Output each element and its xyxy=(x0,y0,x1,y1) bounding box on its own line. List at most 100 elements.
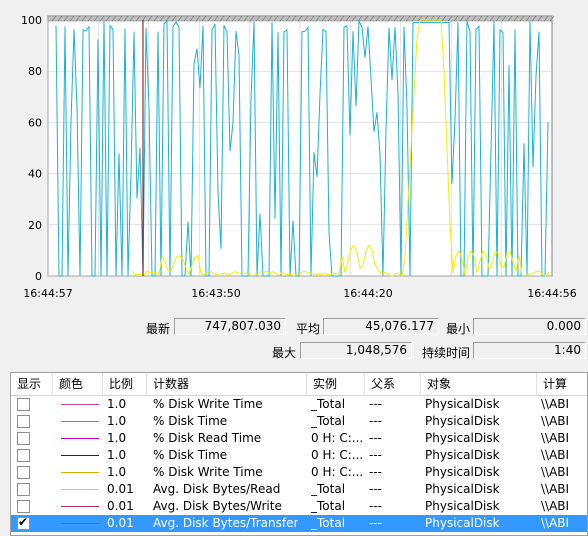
scale-cell: 1.0 xyxy=(107,465,127,479)
max-value: 1,048,576 xyxy=(300,342,412,359)
color-swatch xyxy=(61,523,99,524)
object-cell: PhysicalDisk xyxy=(425,448,500,462)
column-header-scale[interactable]: 比例 xyxy=(103,373,147,395)
color-swatch xyxy=(61,455,99,456)
color-swatch xyxy=(61,438,99,439)
column-header-color[interactable]: 颜色 xyxy=(53,373,103,395)
y-tick-label: 80 xyxy=(28,65,42,78)
table-row[interactable]: 1.0 % Disk Write Time _Total --- PhysicalDis… xyxy=(11,396,587,413)
x-tick-label: 16:44:20 xyxy=(343,287,392,300)
column-header-computer[interactable]: 计算 xyxy=(537,373,587,395)
computer-cell: \\ABI xyxy=(541,516,570,530)
table-row[interactable]: 0.01 Avg. Disk Bytes/Transfer _Total --- Phy… xyxy=(11,515,587,532)
table-row[interactable]: 0.01 Avg. Disk Bytes/Read _Total --- Physica… xyxy=(11,481,587,498)
y-tick-label: 40 xyxy=(28,168,42,181)
min-value: 0.000 xyxy=(473,318,586,335)
table-row[interactable]: 1.0 % Disk Write Time 0 H: C:... --- Physica… xyxy=(11,464,587,481)
scale-cell: 0.01 xyxy=(107,499,134,513)
color-swatch xyxy=(61,489,99,490)
x-tick-label: 16:44:57 xyxy=(23,287,72,300)
column-header-show[interactable]: 显示 xyxy=(11,373,53,395)
show-checkbox[interactable] xyxy=(17,432,30,445)
parent-cell: --- xyxy=(369,465,382,479)
table-row[interactable]: 1.0 % Disk Time _Total --- PhysicalDisk \\ABI xyxy=(11,413,587,430)
instance-cell: 0 H: C:... xyxy=(311,431,364,445)
table-row[interactable]: 1.0 % Disk Read Time 0 H: C:... --- Physical… xyxy=(11,430,587,447)
instance-cell: _Total xyxy=(311,499,346,513)
show-checkbox[interactable] xyxy=(17,466,30,479)
counter-list[interactable]: 显示 颜色 比例 计数器 实例 父系 对象 计算 1.0 % Disk Write… xyxy=(10,372,588,536)
scale-cell: 0.01 xyxy=(107,482,134,496)
graph-canvas: 100 80 60 40 20 0 16:44:57 16:43:50 16:44:20 16:… xyxy=(21,14,577,300)
column-header-counter[interactable]: 计数器 xyxy=(147,373,307,395)
duration-label: 持续时间 xyxy=(421,346,470,360)
scale-cell: 1.0 xyxy=(107,397,127,411)
table-row[interactable]: 1.0 % Disk Time 0 H: C:... --- PhysicalDisk \… xyxy=(11,447,587,464)
performance-graph: 100 80 60 40 20 0 16:44:57 16:43:50 16:44:20 16:… xyxy=(0,0,588,312)
max-label: 最大 xyxy=(271,346,296,360)
parent-cell: --- xyxy=(369,414,382,428)
counter-cell: % Disk Time xyxy=(153,448,228,462)
instance-cell: _Total xyxy=(311,516,346,530)
parent-cell: --- xyxy=(369,448,382,462)
object-cell: PhysicalDisk xyxy=(425,397,500,411)
computer-cell: \\ABI xyxy=(541,465,570,479)
counter-list-header: 显示 颜色 比例 计数器 实例 父系 对象 计算 xyxy=(11,373,587,396)
x-tick-label: 16:44:56 xyxy=(527,287,576,300)
show-checkbox[interactable] xyxy=(17,515,30,530)
show-checkbox[interactable] xyxy=(17,500,30,513)
column-header-instance[interactable]: 实例 xyxy=(307,373,365,395)
scale-cell: 0.01 xyxy=(107,516,134,530)
computer-cell: \\ABI xyxy=(541,482,570,496)
counter-cell: % Disk Write Time xyxy=(153,465,263,479)
counter-cell: % Disk Read Time xyxy=(153,431,262,445)
average-value: 45,076.177 xyxy=(323,318,439,335)
table-row[interactable]: 0.01 Avg. Disk Bytes/Write _Total --- Physic… xyxy=(11,498,587,515)
column-header-parent[interactable]: 父系 xyxy=(365,373,421,395)
color-swatch xyxy=(61,421,99,422)
scale-cell: 1.0 xyxy=(107,431,127,445)
color-swatch xyxy=(61,506,99,507)
column-header-object[interactable]: 对象 xyxy=(421,373,537,395)
instance-cell: 0 H: C:... xyxy=(311,465,364,479)
counter-cell: Avg. Disk Bytes/Transfer xyxy=(153,516,299,530)
show-checkbox[interactable] xyxy=(17,415,30,428)
object-cell: PhysicalDisk xyxy=(425,414,500,428)
parent-cell: --- xyxy=(369,482,382,496)
computer-cell: \\ABI xyxy=(541,499,570,513)
counter-cell: Avg. Disk Bytes/Read xyxy=(153,482,281,496)
object-cell: PhysicalDisk xyxy=(425,465,500,479)
min-label: 最小 xyxy=(445,322,470,336)
average-label: 平均 xyxy=(295,322,320,336)
instance-cell: _Total xyxy=(311,482,346,496)
counter-cell: Avg. Disk Bytes/Write xyxy=(153,499,282,513)
instance-cell: _Total xyxy=(311,414,346,428)
latest-value: 747,807.030 xyxy=(174,318,286,335)
parent-cell: --- xyxy=(369,431,382,445)
instance-cell: _Total xyxy=(311,397,346,411)
color-swatch xyxy=(61,404,99,405)
counter-cell: % Disk Write Time xyxy=(153,397,263,411)
y-tick-label: 60 xyxy=(28,116,42,129)
counter-cell: % Disk Time xyxy=(153,414,228,428)
y-tick-label: 20 xyxy=(28,219,42,232)
y-tick-label: 0 xyxy=(35,270,42,283)
scale-cell: 1.0 xyxy=(107,448,127,462)
x-tick-label: 16:43:50 xyxy=(191,287,240,300)
show-checkbox[interactable] xyxy=(17,449,30,462)
object-cell: PhysicalDisk xyxy=(425,431,500,445)
computer-cell: \\ABI xyxy=(541,397,570,411)
latest-label: 最新 xyxy=(145,322,170,336)
instance-cell: 0 H: C:... xyxy=(311,448,364,462)
object-cell: PhysicalDisk xyxy=(425,482,500,496)
color-swatch xyxy=(61,472,99,473)
duration-value: 1:40 xyxy=(473,342,586,359)
show-checkbox[interactable] xyxy=(17,483,30,496)
show-checkbox[interactable] xyxy=(17,398,30,411)
computer-cell: \\ABI xyxy=(541,448,570,462)
parent-cell: --- xyxy=(369,516,382,530)
y-tick-label: 100 xyxy=(21,14,42,27)
object-cell: PhysicalDisk xyxy=(425,516,500,530)
parent-cell: --- xyxy=(369,397,382,411)
scale-cell: 1.0 xyxy=(107,414,127,428)
